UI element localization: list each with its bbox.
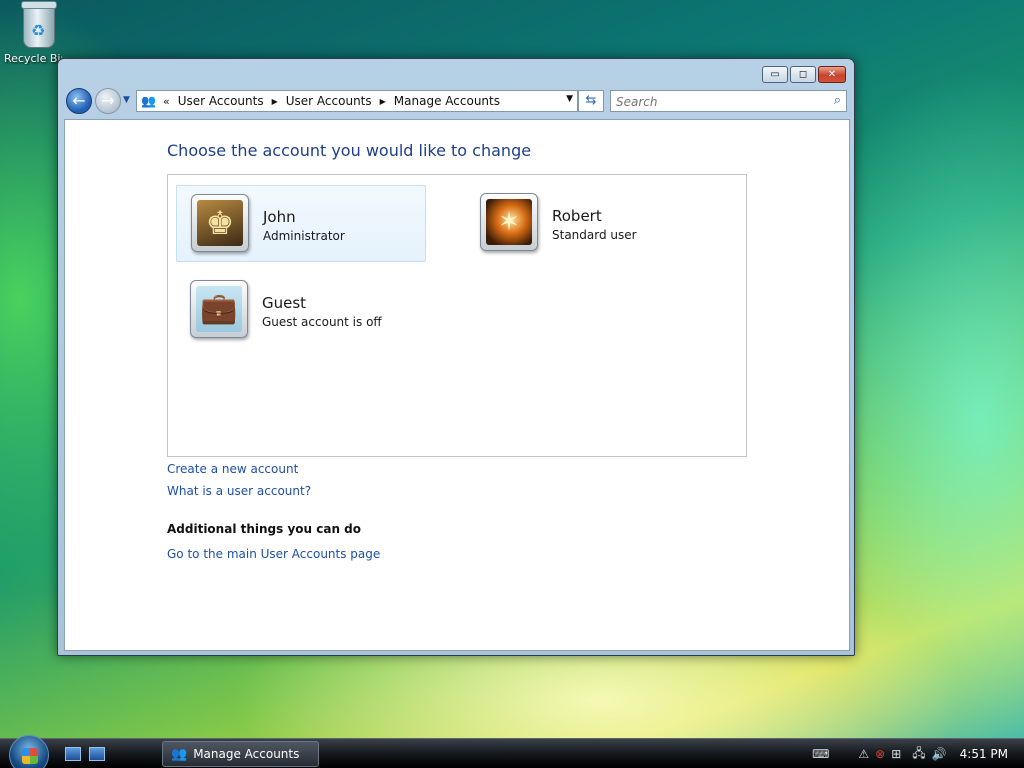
breadcrumb-user-accounts-2[interactable]: User Accounts — [286, 94, 372, 108]
back-arrow-icon: ← — [72, 91, 86, 110]
address-dropdown-icon[interactable]: ▼ — [566, 94, 573, 104]
account-picture-frame: 💼 — [190, 280, 248, 338]
clock[interactable]: 4:51 PM — [960, 747, 1008, 761]
navigation-bar: ← → ▼ 👥 « User Accounts ▶ User Accounts … — [66, 87, 847, 115]
keyboard-icon[interactable]: ⌨ — [812, 747, 829, 761]
system-tray: ⌨ ⚠ ⊗ ⊞ 🖧 🔊 4:51 PM — [809, 739, 1024, 768]
volume-icon[interactable]: 🔊 — [932, 747, 947, 761]
main-user-accounts-link[interactable]: Go to the main User Accounts page — [167, 547, 380, 561]
what-is-account-link[interactable]: What is a user account? — [167, 484, 311, 498]
breadcrumb-user-accounts-1[interactable]: User Accounts — [178, 94, 264, 108]
search-box[interactable]: ⌕ — [610, 90, 847, 112]
content-pane: Choose the account you would like to cha… — [64, 119, 850, 651]
forward-arrow-icon: → — [101, 91, 115, 110]
account-picture-frame: ✶ — [480, 193, 538, 251]
recycle-bin-label: Recycle Bin — [4, 52, 62, 65]
search-icon[interactable]: ⌕ — [834, 93, 841, 108]
taskbar-button-label: Manage Accounts — [193, 747, 300, 761]
refresh-icon: ⇆ — [585, 93, 597, 108]
show-desktop-icon[interactable] — [65, 747, 81, 761]
forward-button[interactable]: → — [95, 88, 121, 114]
breadcrumb-arrow-icon[interactable]: ▶ — [272, 97, 278, 106]
create-account-link[interactable]: Create a new account — [167, 462, 298, 476]
security-center-icon[interactable]: ⚠ — [858, 747, 869, 761]
user-accounts-icon: 👥 — [171, 746, 188, 762]
chess-icon: ♚ — [197, 200, 243, 246]
sparkle-icon: ✶ — [486, 199, 532, 245]
minimize-button[interactable]: ▭ — [762, 66, 788, 83]
error-icon[interactable]: ⊗ — [875, 747, 885, 761]
manage-accounts-window: ▭ ◻ ✕ ← → ▼ 👥 « User Accounts ▶ User Acc… — [57, 58, 855, 656]
address-bar[interactable]: 👥 « User Accounts ▶ User Accounts ▶ Mana… — [136, 90, 578, 112]
breadcrumb-manage-accounts[interactable]: Manage Accounts — [394, 94, 500, 108]
account-tile-robert[interactable]: ✶ Robert Standard user — [466, 185, 716, 262]
start-button[interactable] — [9, 735, 49, 768]
account-tile-john[interactable]: ♚ John Administrator — [176, 185, 426, 262]
recycle-bin-icon — [21, 1, 57, 48]
account-name: Guest — [262, 294, 307, 312]
account-role: Guest account is off — [262, 315, 382, 329]
account-tile-guest[interactable]: 💼 Guest Guest account is off — [176, 272, 426, 349]
account-role: Standard user — [552, 228, 637, 242]
taskbar-button-manage-accounts[interactable]: 👥 Manage Accounts — [162, 741, 319, 767]
switch-windows-icon[interactable] — [89, 747, 105, 761]
taskbar: 👥 Manage Accounts ⌨ ⚠ ⊗ ⊞ 🖧 🔊 4:51 PM — [0, 735, 1024, 768]
address-overflow-chevron[interactable]: « — [163, 95, 170, 108]
search-input[interactable] — [611, 92, 811, 112]
user-accounts-icon: 👥 — [141, 94, 156, 108]
history-dropdown-button[interactable]: ▼ — [123, 95, 130, 105]
update-icon[interactable]: ⊞ — [891, 747, 901, 761]
maximize-button[interactable]: ◻ — [790, 66, 816, 83]
suitcase-icon: 💼 — [196, 286, 242, 332]
account-role: Administrator — [263, 229, 345, 243]
additional-things-heading: Additional things you can do — [167, 522, 362, 536]
account-name: John — [263, 208, 296, 226]
account-list: ♚ John Administrator ✶ Robert Standard u… — [167, 174, 747, 457]
account-picture-frame: ♚ — [191, 194, 249, 252]
caption-buttons: ▭ ◻ ✕ — [762, 66, 846, 83]
breadcrumb-arrow-icon[interactable]: ▶ — [380, 97, 386, 106]
page-title: Choose the account you would like to cha… — [167, 141, 532, 160]
close-button[interactable]: ✕ — [818, 66, 846, 83]
chevron-down-icon: ▼ — [123, 95, 130, 105]
back-button[interactable]: ← — [66, 88, 92, 114]
network-icon[interactable]: 🖧 — [912, 744, 925, 765]
account-name: Robert — [552, 207, 602, 225]
refresh-button[interactable]: ⇆ — [578, 90, 604, 112]
recycle-bin-shortcut[interactable]: Recycle Bin — [4, 1, 74, 65]
